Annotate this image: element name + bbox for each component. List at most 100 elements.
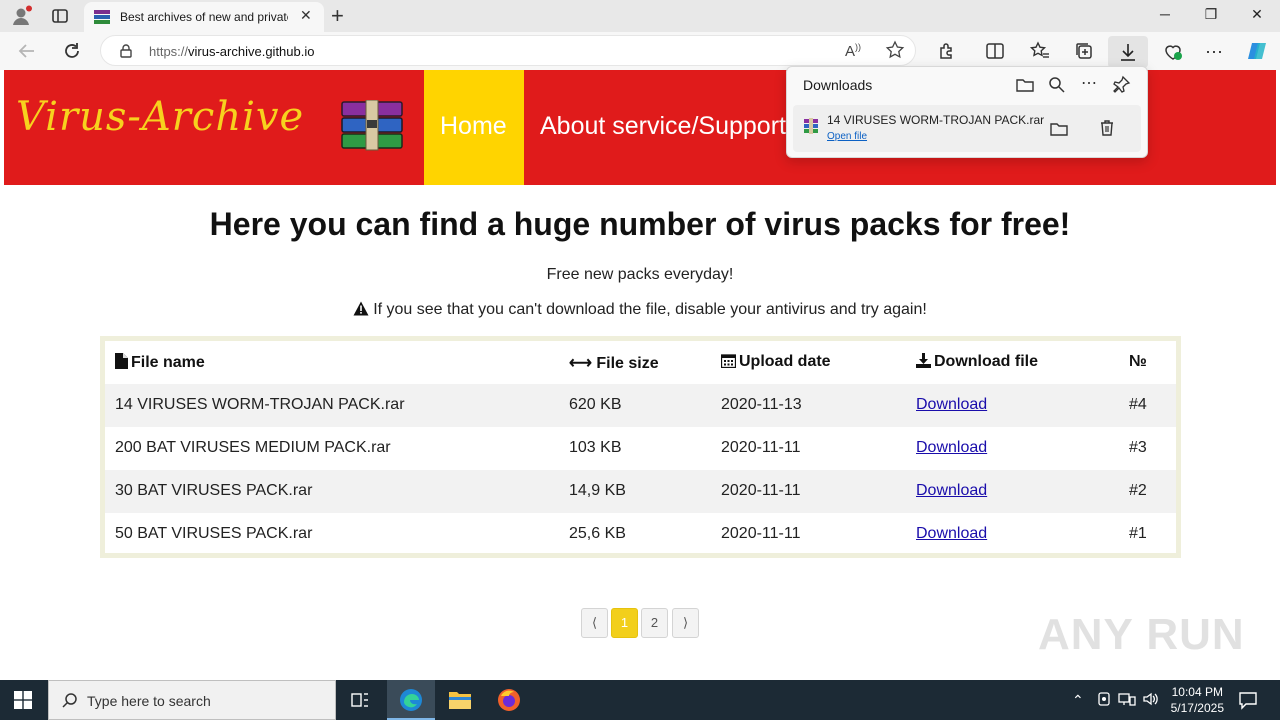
nav-home[interactable]: Home [424, 70, 524, 185]
delete-icon[interactable] [1097, 118, 1117, 138]
row-upload-date: 2020-11-13 [721, 396, 802, 413]
close-window-button[interactable]: ✕ [1242, 6, 1272, 23]
notifications-icon[interactable] [1238, 690, 1258, 710]
open-file-link[interactable]: Open file [827, 131, 867, 142]
row-upload-date: 2020-11-11 [721, 525, 801, 542]
search-icon [61, 692, 79, 710]
file-table: File name ⟷ File size Upload date Downlo… [100, 336, 1181, 558]
anyrun-watermark: ANY RUN [1038, 610, 1245, 659]
firefox-icon[interactable] [497, 688, 521, 712]
row-file-name: 14 VIRUSES WORM-TROJAN PACK.rar [115, 396, 405, 413]
header-upload-date: Upload date [720, 353, 831, 371]
header-file-size-label: File size [596, 355, 659, 372]
read-aloud-icon[interactable]: A)) [845, 42, 861, 60]
windows-start-icon[interactable] [14, 691, 32, 709]
pagination-prev[interactable]: ⟨ [581, 608, 608, 638]
tab-actions-icon[interactable] [50, 6, 70, 26]
row-number: #1 [1129, 525, 1147, 542]
minimize-button[interactable]: ─ [1150, 6, 1180, 22]
copilot-icon[interactable] [1246, 40, 1268, 62]
pagination-page-1[interactable]: 1 [611, 608, 638, 638]
browser-tab-bar: Best archives of new and private ✕ + ─ ❐… [0, 0, 1280, 32]
edge-icon [400, 689, 422, 711]
edge-taskbar-button[interactable] [387, 680, 435, 720]
warning-text: If you see that you can't download the f… [373, 301, 927, 318]
tray-chevron-up-icon[interactable]: ⌃ [1072, 692, 1084, 709]
row-file-size: 620 KB [569, 396, 622, 413]
pin-icon[interactable] [1111, 75, 1131, 95]
downloads-title: Downloads [803, 77, 873, 93]
open-folder-icon[interactable] [1015, 75, 1035, 95]
profile-icon[interactable] [10, 5, 32, 27]
row-upload-date: 2020-11-11 [721, 482, 801, 499]
show-in-folder-icon[interactable] [1049, 119, 1069, 139]
nav-home-label: Home [440, 112, 507, 140]
url-host: virus-archive.github.io [188, 44, 315, 59]
back-icon[interactable] [16, 40, 38, 62]
download-link[interactable]: Download [916, 482, 987, 499]
table-row: 50 BAT VIRUSES PACK.rar 25,6 KB 2020-11-… [105, 513, 1176, 556]
lock-icon[interactable] [119, 44, 133, 58]
tab-close-icon[interactable]: ✕ [300, 7, 312, 24]
pagination-next[interactable]: ⟩ [672, 608, 699, 638]
row-number: #3 [1129, 439, 1147, 456]
pagination-page-2[interactable]: 2 [641, 608, 668, 638]
row-file-name: 200 BAT VIRUSES MEDIUM PACK.rar [115, 439, 391, 456]
header-download-file: Download file [916, 353, 1038, 371]
warning-icon [353, 301, 369, 321]
winrar-logo-icon [338, 99, 406, 152]
downloads-button[interactable] [1108, 36, 1148, 68]
clock-time: 10:04 PM [1171, 685, 1223, 699]
tray-device-icon[interactable] [1096, 691, 1112, 707]
download-item[interactable]: 14 VIRUSES WORM-TROJAN PACK.rar Open fil… [793, 105, 1141, 152]
page-headline: Here you can find a huge number of virus… [209, 206, 1071, 242]
row-number: #2 [1129, 482, 1147, 499]
winrar-favicon-icon [94, 10, 110, 24]
extensions-icon[interactable] [936, 40, 958, 62]
row-file-size: 25,6 KB [569, 525, 626, 542]
download-link[interactable]: Download [916, 525, 987, 542]
favorites-icon[interactable] [1029, 40, 1051, 62]
new-tab-icon[interactable]: + [331, 3, 344, 29]
page-subline: Free new packs everyday! [546, 266, 734, 283]
header-file-name-label: File name [131, 354, 205, 371]
task-view-icon[interactable] [350, 690, 370, 710]
file-icon [115, 353, 128, 369]
header-download-file-label: Download file [934, 353, 1038, 370]
url-prefix: https:// [149, 44, 189, 59]
more-options-icon[interactable]: ⋯ [1205, 42, 1227, 64]
url-text[interactable]: https://virus-archive.github.io [149, 44, 314, 59]
favorite-star-icon[interactable] [885, 40, 905, 60]
address-bar[interactable]: https://virus-archive.github.io A)) [100, 35, 916, 66]
header-file-name: File name [115, 353, 205, 372]
split-screen-icon[interactable] [984, 40, 1006, 62]
row-upload-date: 2020-11-11 [721, 439, 801, 456]
site-logo-text[interactable]: Virus-Archive [16, 94, 304, 140]
header-file-size: ⟷ File size [569, 353, 659, 373]
browser-essentials-icon[interactable] [1162, 40, 1184, 62]
row-file-size: 14,9 KB [569, 482, 626, 499]
browser-toolbar: https://virus-archive.github.io A)) ⋯ [0, 32, 1280, 70]
downloads-panel: Downloads ⋯ 14 VIRUSES WORM-TROJAN PACK.… [786, 66, 1148, 158]
taskbar-search-placeholder: Type here to search [87, 693, 211, 709]
download-link[interactable]: Download [916, 439, 987, 456]
tab-active[interactable]: Best archives of new and private ✕ [84, 2, 324, 32]
taskbar-clock[interactable]: 10:04 PM 5/17/2025 [1171, 684, 1224, 716]
tab-title: Best archives of new and private [120, 10, 288, 24]
header-number: № [1129, 353, 1147, 370]
row-file-name: 50 BAT VIRUSES PACK.rar [115, 525, 313, 542]
taskbar-search-box[interactable]: Type here to search [48, 680, 336, 720]
refresh-icon[interactable] [61, 40, 83, 62]
nav-about-support[interactable]: About service/Support [540, 112, 786, 141]
volume-icon[interactable] [1142, 691, 1160, 707]
row-file-size: 103 KB [569, 439, 622, 456]
downloads-more-icon[interactable]: ⋯ [1081, 73, 1097, 93]
network-icon[interactable] [1118, 691, 1136, 707]
table-row: 200 BAT VIRUSES MEDIUM PACK.rar 103 KB 2… [105, 427, 1176, 470]
windows-taskbar: Type here to search ⌃ 10:04 PM 5/17/2025 [0, 680, 1280, 720]
collections-icon[interactable] [1073, 40, 1095, 62]
file-explorer-icon[interactable] [448, 689, 472, 711]
download-link[interactable]: Download [916, 396, 987, 413]
restore-button[interactable]: ❐ [1196, 6, 1226, 23]
search-downloads-icon[interactable] [1047, 75, 1067, 95]
